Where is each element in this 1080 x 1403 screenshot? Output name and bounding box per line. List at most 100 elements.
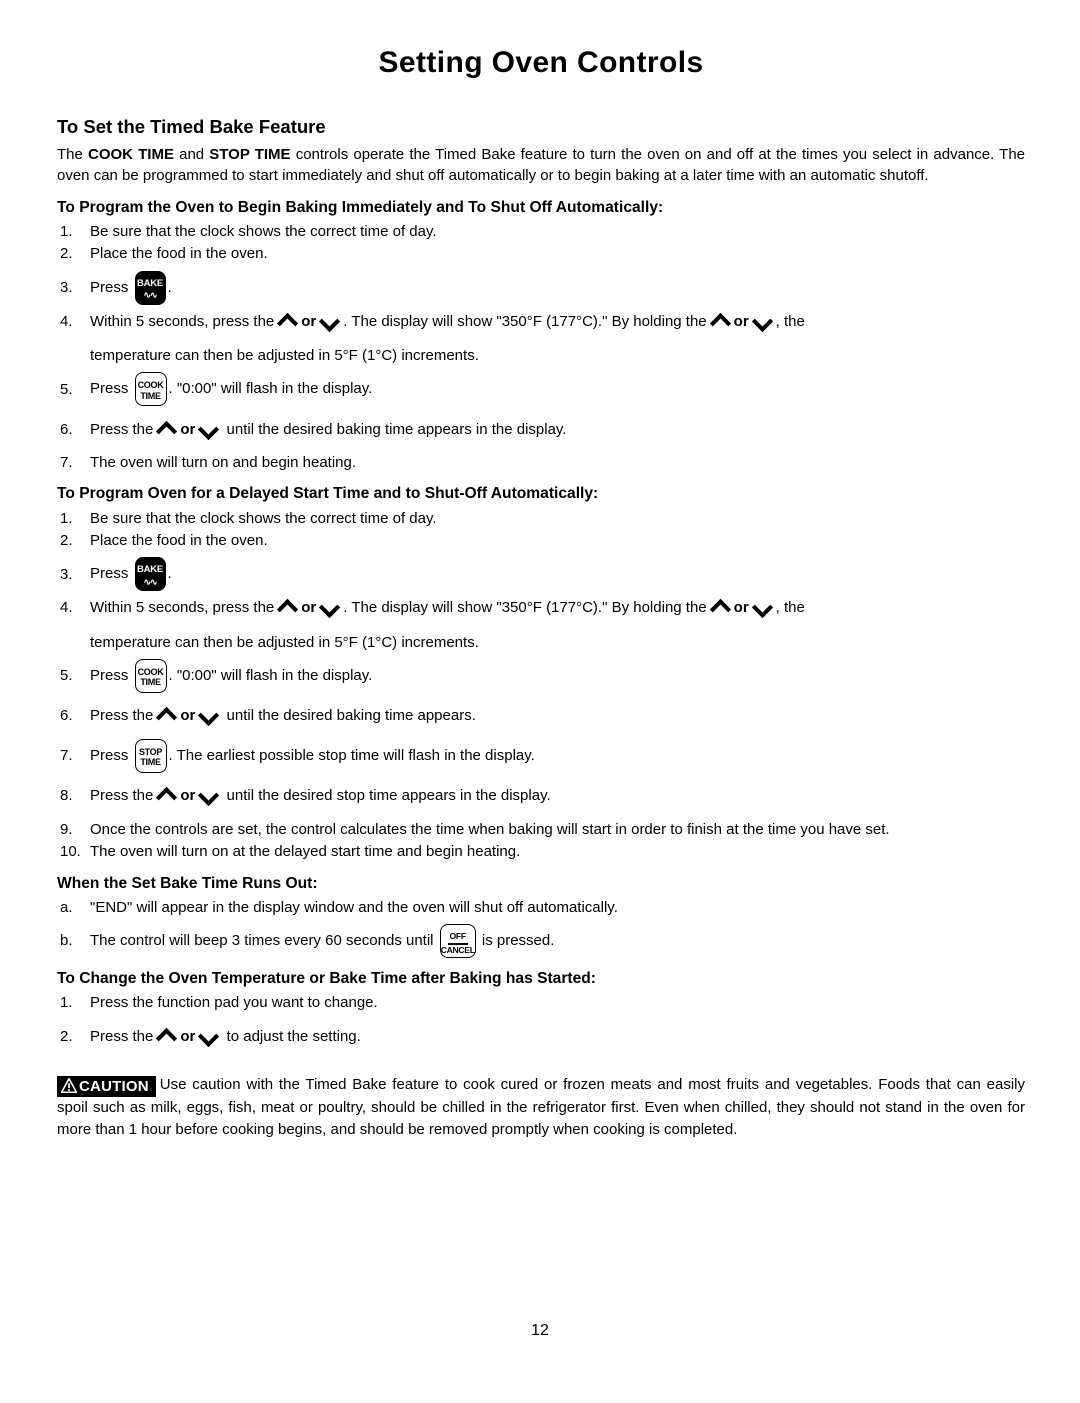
- step-text: Press BAKE ∿∿.: [90, 270, 1025, 305]
- chevron-down-icon[interactable]: [198, 788, 219, 801]
- off-key-label: OFF: [449, 931, 467, 942]
- step-immediate-2: 2. Place the food in the oven.: [57, 243, 1025, 264]
- page-content: Setting Oven Controls To Set the Timed B…: [57, 46, 1025, 1140]
- chevron-down-icon[interactable]: [198, 422, 219, 435]
- step-text: Place the food in the oven.: [90, 245, 268, 263]
- step-text: Within 5 seconds, press the or . The displ…: [90, 597, 1025, 653]
- step-text-b: to adjust the setting.: [226, 1027, 361, 1045]
- intro-pre: The: [57, 146, 88, 164]
- chevron-down-icon[interactable]: [319, 600, 340, 613]
- step-number: 2.: [60, 532, 73, 550]
- bake-key-icon[interactable]: BAKE ∿∿: [134, 270, 166, 305]
- intro-mid: and: [173, 146, 210, 164]
- or-word: or: [733, 312, 749, 330]
- step-immediate-4: 4. Within 5 seconds, press the or . The di…: [57, 311, 1025, 367]
- step-text-b: until the desired baking time appears.: [226, 707, 476, 725]
- bake-key-icon[interactable]: BAKE ∿∿: [134, 557, 166, 592]
- caution-badge-label: CAUTION: [79, 1077, 149, 1095]
- step-change-1: 1. Press the function pad you want to ch…: [57, 992, 1025, 1013]
- step-text-pre: Press: [90, 565, 129, 583]
- step-text-b: until the desired baking time appears in…: [226, 420, 567, 438]
- step-number: 5.: [60, 667, 73, 685]
- step-number: 1.: [60, 509, 73, 527]
- step-delayed-5: 5. Press COOK TIME. "0:00" will flash in …: [57, 658, 1025, 693]
- step-number: 1.: [60, 994, 73, 1012]
- page-title: Setting Oven Controls: [378, 46, 704, 79]
- step-text: Press the function pad you want to chang…: [90, 994, 378, 1012]
- step-number: 7.: [60, 747, 73, 765]
- step-text: Once the controls are set, the control c…: [90, 820, 890, 838]
- stop-time-key-line2: TIME: [140, 757, 161, 768]
- chevron-up-icon[interactable]: [710, 314, 731, 327]
- chevron-up-icon[interactable]: [156, 708, 177, 721]
- step-number: 3.: [60, 565, 73, 583]
- caution-block: CAUTION Use caution with the Timed Bake f…: [57, 1074, 1025, 1140]
- step-immediate-5: 5. Press COOK TIME. "0:00" will flash in …: [57, 372, 1025, 407]
- cook-time-key-line1: COOK: [137, 380, 164, 391]
- or-word: or: [180, 420, 196, 438]
- step-delayed-8: 8. Press the or until the desired stop ti…: [57, 779, 1025, 813]
- or-word: or: [180, 787, 196, 805]
- manual-page: Setting Oven Controls To Set the Timed B…: [0, 0, 1080, 1403]
- cook-time-key-line2: TIME: [140, 677, 161, 688]
- step-number: 6.: [60, 420, 73, 438]
- step-text-c: , the: [775, 312, 805, 330]
- stop-time-key-icon[interactable]: STOP TIME: [134, 738, 167, 773]
- step-text: Press COOK TIME. "0:00" will flash in the…: [90, 372, 1025, 407]
- step-number: 2.: [60, 245, 73, 263]
- step-text-a: Within 5 seconds, press the: [90, 599, 275, 617]
- heading-bake-time-runs-out: When the Set Bake Time Runs Out:: [57, 874, 318, 892]
- step-number: 7.: [60, 454, 73, 472]
- chevron-down-icon[interactable]: [752, 314, 773, 327]
- step-number: a.: [60, 898, 73, 916]
- cook-time-key-line2: TIME: [140, 390, 161, 401]
- step-text-pre: Press: [90, 278, 129, 296]
- step-text: Place the food in the oven.: [90, 532, 268, 550]
- step-text-post: . The earliest possible stop time will f…: [168, 746, 535, 764]
- step-text-b: . The display will show "350°F (177°C)."…: [343, 312, 707, 330]
- off-cancel-key-icon[interactable]: OFF CANCEL: [439, 924, 476, 959]
- chevron-down-icon[interactable]: [752, 600, 773, 613]
- chevron-up-icon[interactable]: [710, 600, 731, 613]
- cook-time-key-icon[interactable]: COOK TIME: [134, 658, 167, 693]
- stop-time-key-line1: STOP: [138, 746, 163, 757]
- step-delayed-3: 3. Press BAKE ∿∿.: [57, 557, 1025, 592]
- chevron-down-icon[interactable]: [319, 314, 340, 327]
- caution-badge: CAUTION: [57, 1075, 156, 1098]
- warning-triangle-icon: [60, 1077, 78, 1093]
- step-delayed-6: 6. Press the or until the desired baking …: [57, 699, 1025, 733]
- step-number: b.: [60, 932, 73, 950]
- step-text-a: Press the: [90, 787, 154, 805]
- step-delayed-1: 1. Be sure that the clock shows the corr…: [57, 508, 1025, 529]
- step-immediate-7: 7. The oven will turn on and begin heati…: [57, 452, 1025, 473]
- step-text-post: .: [167, 278, 172, 296]
- or-word: or: [180, 1027, 196, 1045]
- step-immediate-1: 1. Be sure that the clock shows the corr…: [57, 221, 1025, 242]
- step-text-a: Press the: [90, 707, 154, 725]
- step-runs-out-a: a. "END" will appear in the display wind…: [57, 897, 1025, 918]
- step-delayed-9: 9. Once the controls are set, the contro…: [57, 819, 1025, 840]
- step-text-a: Within 5 seconds, press the: [90, 312, 275, 330]
- cook-time-key-line1: COOK: [137, 666, 164, 677]
- step-text-a: Press the: [90, 420, 154, 438]
- step-text-pre: Press: [90, 666, 129, 684]
- step-number: 3.: [60, 278, 73, 296]
- step-change-2: 2. Press the or to adjust the setting.: [57, 1020, 1025, 1054]
- chevron-down-icon[interactable]: [198, 708, 219, 721]
- chevron-up-icon[interactable]: [277, 314, 298, 327]
- step-text: Within 5 seconds, press the or . The displ…: [90, 311, 1025, 367]
- step-text-line2: temperature can then be adjusted in 5°F …: [90, 346, 479, 364]
- step-number: 10.: [60, 843, 81, 861]
- step-text-pre: Press: [90, 380, 129, 398]
- intro-stop-time-bold: STOP TIME: [209, 146, 291, 164]
- cook-time-key-icon[interactable]: COOK TIME: [134, 372, 167, 407]
- chevron-up-icon[interactable]: [277, 600, 298, 613]
- chevron-up-icon[interactable]: [156, 422, 177, 435]
- chevron-up-icon[interactable]: [156, 1029, 177, 1042]
- chevron-up-icon[interactable]: [156, 788, 177, 801]
- chevron-down-icon[interactable]: [198, 1029, 219, 1042]
- step-text: Be sure that the clock shows the correct…: [90, 222, 437, 240]
- step-text-b: . The display will show "350°F (177°C)."…: [343, 599, 707, 617]
- step-text-line2: temperature can then be adjusted in 5°F …: [90, 633, 479, 651]
- step-text: The control will beep 3 times every 60 s…: [90, 924, 1025, 959]
